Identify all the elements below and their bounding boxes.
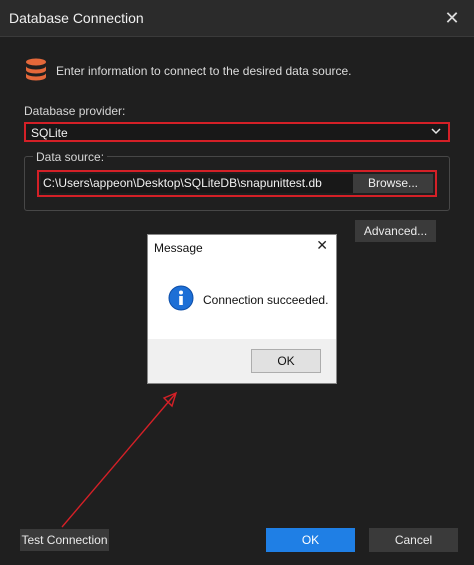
message-title: Message [154,241,203,255]
message-footer: OK [148,339,336,383]
close-icon[interactable]: ✕ [440,6,464,30]
intro-text: Enter information to connect to the desi… [56,64,352,78]
advanced-button[interactable]: Advanced... [355,220,436,242]
message-dialog: Message ✕ Connection succeeded. OK [147,234,337,384]
message-ok-button[interactable]: OK [251,349,321,373]
title-bar: Database Connection ✕ [0,0,474,37]
data-source-label: Data source: [33,150,108,164]
message-close-icon[interactable]: ✕ [316,237,328,254]
data-source-input[interactable]: C:\Users\appeon\Desktop\SQLiteDB\snapuni… [41,174,353,193]
chevron-down-icon [431,128,441,135]
info-icon [168,285,194,311]
database-icon [26,58,46,81]
test-connection-button[interactable]: Test Connection [20,529,109,551]
window-title: Database Connection [9,10,144,26]
data-source-row: C:\Users\appeon\Desktop\SQLiteDB\snapuni… [37,170,437,197]
provider-dropdown[interactable]: SQLite [24,122,450,142]
provider-label: Database provider: [24,104,126,118]
ok-button[interactable]: OK [266,528,355,552]
browse-button[interactable]: Browse... [353,174,433,193]
message-text: Connection succeeded. [203,293,329,307]
cancel-button[interactable]: Cancel [369,528,458,552]
provider-selected-value: SQLite [31,126,68,140]
